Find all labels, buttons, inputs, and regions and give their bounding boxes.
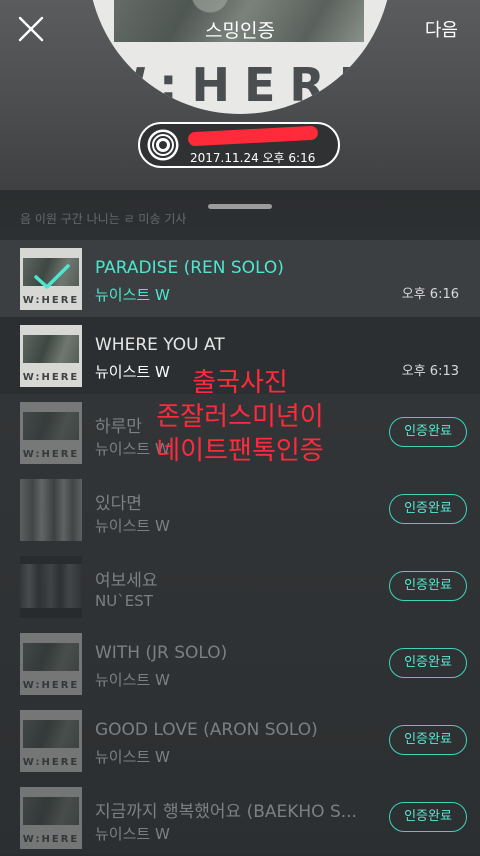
song-artist: 뉴이스트 W	[95, 286, 170, 304]
album-cover: W:HERE	[88, 0, 392, 114]
song-artist: 뉴이스트 W	[95, 363, 170, 381]
song-artist: 뉴이스트 W	[95, 517, 170, 535]
song-title: PARADISE (REN SOLO)	[95, 258, 284, 278]
song-list-panel: 음 이원 구간 나니는 ㄹ 미송 기사 W:HERE PARADISE (REN…	[0, 190, 480, 854]
song-artist: 뉴이스트 W	[95, 748, 170, 766]
song-row: 여보세요 NU`EST 인증완료	[0, 548, 480, 625]
certified-badge: 인증완료	[389, 725, 467, 755]
album-thumbnail	[20, 556, 82, 618]
played-time: 오후 6:16	[401, 287, 459, 302]
song-artist: 뉴이스트 W	[95, 440, 170, 458]
song-row: W:HERE 하루만 뉴이스트 W 인증완료	[0, 394, 480, 471]
certified-badge: 인증완료	[389, 494, 467, 524]
song-row: W:HERE WITH (JR SOLO) 뉴이스트 W 인증완료	[0, 625, 480, 702]
header: W:HERE 스밍인증 다음 2017.11.24 오후 6:16	[0, 0, 480, 190]
album-thumbnail: W:HERE	[20, 402, 82, 464]
now-playing-pill[interactable]: 2017.11.24 오후 6:16	[138, 122, 340, 168]
drag-handle[interactable]	[208, 204, 272, 209]
song-row[interactable]: W:HERE WHERE YOU AT 뉴이스트 W 오후 6:13	[0, 317, 480, 394]
song-row: 있다면 뉴이스트 W 인증완료	[0, 471, 480, 548]
certified-badge: 인증완료	[389, 802, 467, 832]
redaction-scribble	[187, 125, 319, 147]
album-thumbnail: W:HERE	[20, 710, 82, 772]
album-thumbnail: W:HERE	[20, 787, 82, 849]
played-time: 오후 6:13	[401, 364, 459, 379]
disc-icon	[147, 129, 179, 161]
song-title: 있다면	[95, 494, 142, 514]
certified-badge: 인증완료	[389, 571, 467, 601]
list-hint: 음 이원 구간 나니는 ㄹ 미송 기사	[20, 212, 187, 224]
song-title: 지금까지 행복했어요 (BAEKHO S...	[95, 802, 357, 822]
song-title: WITH (JR SOLO)	[95, 643, 228, 663]
pill-datetime: 2017.11.24 오후 6:16	[190, 151, 316, 165]
song-row: W:HERE GOOD LOVE (ARON SOLO) 뉴이스트 W 인증완료	[0, 702, 480, 779]
song-artist: 뉴이스트 W	[95, 671, 170, 689]
certified-badge: 인증완료	[389, 648, 467, 678]
album-cover-text: W:HERE	[95, 58, 385, 112]
album-photo	[114, 0, 364, 42]
next-button[interactable]: 다음	[425, 16, 458, 42]
song-artist: NU`EST	[95, 592, 153, 610]
album-thumbnail	[20, 479, 82, 541]
song-title: 여보세요	[95, 571, 158, 591]
album-thumbnail: W:HERE	[20, 325, 82, 387]
check-icon	[34, 264, 70, 289]
song-row[interactable]: W:HERE PARADISE (REN SOLO) 뉴이스트 W 오후 6:1…	[0, 240, 480, 317]
song-artist: 뉴이스트 W	[95, 825, 170, 843]
certified-badge: 인증완료	[389, 417, 467, 447]
song-title: WHERE YOU AT	[95, 335, 225, 355]
song-row: W:HERE 지금까지 행복했어요 (BAEKHO S... 뉴이스트 W 인증…	[0, 779, 480, 856]
close-icon[interactable]	[18, 16, 44, 42]
album-thumbnail: W:HERE	[20, 633, 82, 695]
song-title: 하루만	[95, 417, 142, 437]
song-title: GOOD LOVE (ARON SOLO)	[95, 720, 318, 740]
